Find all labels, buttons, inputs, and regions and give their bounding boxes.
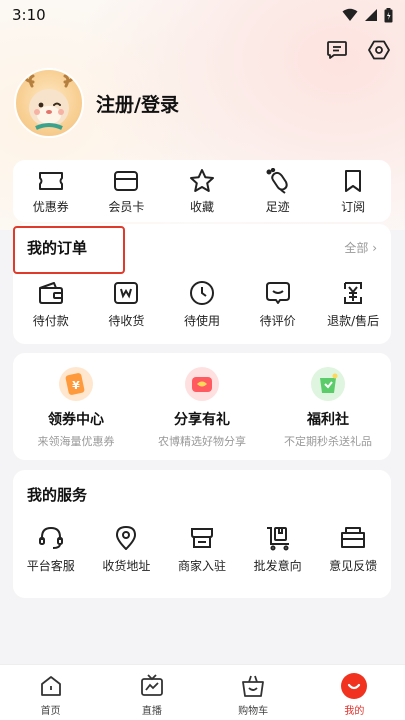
message-icon — [327, 41, 347, 59]
quick-link-favorites[interactable]: 收藏 — [172, 168, 232, 222]
promo-title: 福利社 — [307, 412, 349, 428]
status-bar: 3:10 — [0, 0, 405, 30]
tab-label: 直播 — [141, 706, 162, 717]
quick-link-label: 会员卡 — [108, 200, 145, 214]
coupon-center-icon: ¥ — [59, 367, 93, 401]
login-link[interactable]: 注册/登录 — [96, 90, 179, 117]
services-row: 平台客服 收货地址 商家入驻 批发意向 意见反馈 — [13, 525, 391, 574]
status-icons — [342, 7, 393, 23]
promo-coupon-center[interactable]: ¥ 领券中心 来领海量优惠券 — [13, 367, 139, 460]
order-pending-payment[interactable]: 待付款 — [15, 280, 87, 329]
star-icon — [189, 169, 214, 192]
welfare-icon — [311, 367, 345, 401]
order-pending-review[interactable]: 待评价 — [242, 280, 314, 329]
service-label: 收货地址 — [102, 559, 151, 573]
order-label: 待评价 — [259, 314, 296, 328]
headset-icon — [38, 526, 63, 549]
promo-share-gift[interactable]: 分享有礼 农博精选好物分享 — [139, 367, 265, 460]
service-wholesale[interactable]: 批发意向 — [243, 525, 313, 574]
tab-mine[interactable]: 我的 — [324, 673, 384, 720]
quick-link-label: 收藏 — [189, 200, 214, 214]
service-customer-support[interactable]: 平台客服 — [16, 525, 86, 574]
order-status-row: 待付款 待收货 待使用 待评价 退款/售后 — [13, 280, 391, 329]
order-label: 待付款 — [32, 314, 69, 328]
order-label: 待收货 — [108, 314, 145, 328]
order-label: 待使用 — [183, 314, 220, 328]
service-label: 批发意向 — [253, 559, 302, 573]
promo-title: 分享有礼 — [174, 412, 230, 428]
settings-icon — [368, 40, 390, 60]
wifi-icon — [342, 8, 358, 21]
status-time: 3:10 — [12, 6, 46, 24]
top-actions — [323, 36, 393, 64]
tab-label: 首页 — [40, 706, 61, 717]
promo-subtitle: 不定期秒杀送礼品 — [284, 435, 372, 448]
svg-text:¥: ¥ — [72, 379, 80, 392]
signal-icon — [365, 9, 377, 21]
orders-all-link[interactable]: 全部 › — [344, 239, 377, 256]
wallet-icon — [38, 282, 63, 304]
battery-icon — [384, 7, 393, 22]
ticket-icon — [38, 172, 63, 190]
order-label: 退款/售后 — [327, 314, 380, 328]
order-pending-use[interactable]: 待使用 — [166, 280, 238, 329]
promo-card: ¥ 领券中心 来领海量优惠券 分享有礼 农博精选好物分享 福利社 不定期秒杀送礼… — [13, 353, 391, 460]
cart-wholesale-icon — [266, 527, 289, 551]
quick-link-label: 优惠券 — [32, 200, 69, 214]
comment-icon — [265, 282, 290, 304]
tab-cart[interactable]: 购物车 — [223, 673, 283, 720]
footprint-icon — [266, 168, 288, 194]
location-icon — [116, 526, 137, 550]
promo-subtitle: 农博精选好物分享 — [158, 435, 246, 448]
settings-button[interactable] — [365, 36, 393, 64]
bottom-tab-bar: 首页 直播 购物车 我的 — [0, 664, 405, 720]
deer-avatar-icon — [23, 74, 75, 130]
service-label: 商家入驻 — [177, 559, 226, 573]
quick-link-coupons[interactable]: 优惠券 — [21, 168, 81, 222]
order-pending-receipt[interactable]: 待收货 — [90, 280, 162, 329]
services-title: 我的服务 — [27, 486, 88, 504]
refund-icon — [344, 282, 363, 304]
service-feedback[interactable]: 意见反馈 — [318, 525, 388, 574]
services-card: 我的服务 平台客服 收货地址 商家入驻 批发意向 意见反馈 — [13, 470, 391, 598]
promo-subtitle: 来领海量优惠券 — [37, 435, 115, 448]
profile-tab-icon — [341, 673, 368, 699]
clock-icon — [189, 281, 214, 305]
tab-label: 购物车 — [238, 706, 269, 717]
profile-section: 注册/登录 — [14, 68, 179, 138]
service-address[interactable]: 收货地址 — [91, 525, 161, 574]
tab-label: 我的 — [344, 706, 365, 717]
gift-share-icon — [185, 367, 219, 401]
card-icon — [114, 171, 139, 191]
service-label: 意见反馈 — [329, 559, 378, 573]
promo-title: 领券中心 — [48, 412, 104, 428]
promo-welfare[interactable]: 福利社 不定期秒杀送礼品 — [265, 367, 391, 460]
highlight-box — [13, 226, 125, 274]
service-merchant-join[interactable]: 商家入驻 — [167, 525, 237, 574]
orders-card: 我的订单 全部 › 待付款 待收货 待使用 待评价 退款/售后 — [13, 224, 391, 344]
message-button[interactable] — [323, 36, 351, 64]
bookmark-icon — [345, 170, 362, 192]
avatar[interactable] — [14, 68, 84, 138]
tv-icon — [140, 674, 163, 696]
quick-link-label: 足迹 — [265, 200, 290, 214]
quick-link-subscriptions[interactable]: 订阅 — [323, 168, 383, 222]
quick-link-history[interactable]: 足迹 — [248, 168, 308, 222]
service-label: 平台客服 — [26, 559, 75, 573]
package-icon — [114, 282, 139, 304]
home-icon — [40, 676, 61, 696]
tab-live[interactable]: 直播 — [122, 673, 182, 720]
quick-link-label: 订阅 — [341, 200, 366, 214]
order-refund[interactable]: 退款/售后 — [317, 280, 389, 329]
quick-links-card: 优惠券 会员卡 收藏 足迹 订阅 — [13, 160, 391, 222]
basket-icon — [242, 675, 265, 697]
tab-home[interactable]: 首页 — [21, 673, 81, 720]
feedback-icon — [341, 527, 366, 548]
quick-link-membership[interactable]: 会员卡 — [96, 168, 156, 222]
store-icon — [190, 528, 213, 548]
